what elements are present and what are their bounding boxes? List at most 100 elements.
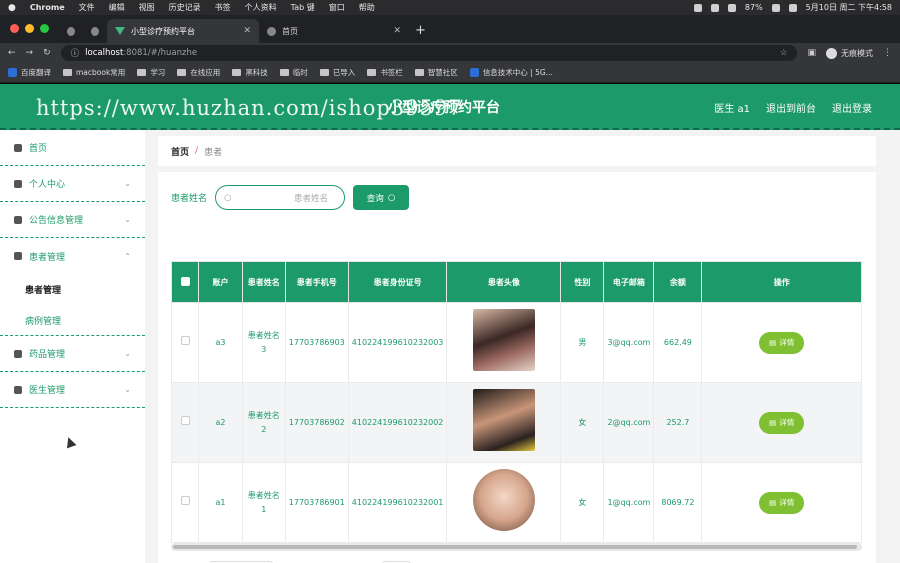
battery-icon[interactable] [788,3,797,12]
scrollbar-thumb[interactable] [173,545,857,549]
bookmark-item[interactable]: 黑科技 [232,67,268,78]
window-zoom-button[interactable] [40,24,49,33]
sidebar-subitem-record[interactable]: 病例管理 [0,305,145,336]
row-checkbox[interactable] [180,335,190,345]
sidebar-item-patient[interactable]: 患者管理 ⌃ [0,238,145,274]
row-checkbox[interactable] [180,495,190,505]
detail-icon: ▤ [769,417,777,427]
patient-table: 账户 患者姓名 患者手机号 患者身份证号 患者头像 性别 电子邮箱 余额 操作 … [170,261,862,543]
close-icon[interactable]: ✕ [393,26,401,36]
incognito-label: 无痕模式 [841,48,873,58]
detail-button[interactable]: ▤ 详情 [759,491,805,514]
cell-email: 1@qq.com [603,462,655,543]
breadcrumb-home[interactable]: 首页 [171,145,189,158]
page-icon [91,26,99,36]
detail-button[interactable]: ▤ 详情 [759,411,805,434]
address-toolbar: ← → ↻ ⓘ localhost:8081/#/huanzhe ☆ ▣ 无痕模… [0,43,900,63]
menu-bookmarks[interactable]: 书签 [215,2,231,13]
site-icon [469,68,479,77]
tab-inactive[interactable]: 首页 ✕ [259,19,409,43]
breadcrumb-separator: / [195,146,199,156]
menu-history[interactable]: 历史记录 [169,2,201,13]
logout-link[interactable]: 退出登录 [832,100,872,115]
row-checkbox[interactable] [180,415,190,425]
window-minimize-button[interactable] [25,24,34,33]
menu-profile[interactable]: 个人资料 [245,2,277,13]
forward-icon[interactable]: → [26,48,34,58]
memory-status[interactable]: 87% [745,3,763,12]
sidebar-subitem-patient[interactable]: 患者管理 [0,274,145,305]
url-path: :8081/#/huanzhe [123,48,198,58]
cell-name: 患者姓名1 [241,462,286,543]
more-icon[interactable]: ⋮ [883,48,892,58]
pinned-tab[interactable] [59,19,83,43]
pinned-tab[interactable] [83,19,107,43]
wifi-icon[interactable] [771,3,780,12]
bookmark-item[interactable]: 临时 [279,67,308,78]
row-select-cell[interactable] [170,382,200,463]
apple-icon[interactable]: ● [8,3,16,13]
menu-edit[interactable]: 编辑 [109,2,125,13]
row-select-cell[interactable] [170,302,200,383]
search-button[interactable]: 查询 ○ [353,185,410,210]
tab-title: 小型诊疗预约平台 [131,26,195,36]
cell-account: a1 [198,462,243,543]
menu-file[interactable]: 文件 [79,2,95,13]
close-icon[interactable]: ✕ [243,26,251,36]
tab-title: 首页 [282,26,298,36]
cell-actions: ▤ 详情 [701,382,862,463]
cell-gender: 女 [560,382,605,463]
table-header-row: 账户 患者姓名 患者手机号 患者身份证号 患者头像 性别 电子邮箱 余额 操作 [170,261,862,303]
sidebar-item-doctor[interactable]: 医生管理 ⌄ [0,372,145,408]
site-info-icon[interactable]: ⓘ [71,47,80,59]
bookmark-star-icon[interactable]: ☆ [780,48,788,58]
bookmark-item[interactable]: macbook常用 [63,67,125,78]
detail-button-label: 详情 [779,337,795,347]
new-tab-button[interactable]: + [409,23,432,43]
bookmark-label: 学习 [150,68,166,77]
status-icon[interactable] [693,3,702,12]
sidebar-item-notice[interactable]: 公告信息管理 ⌄ [0,202,145,238]
cell-balance: 252.7 [653,382,703,463]
exit-to-front-link[interactable]: 退出到前台 [766,100,816,115]
select-all-checkbox[interactable] [180,276,190,286]
menu-tab[interactable]: Tab 键 [291,2,315,13]
bookmark-item[interactable]: 在线应用 [177,67,220,78]
bookmark-item[interactable]: 信息技术中心 | 5G... [469,67,553,78]
tab-active[interactable]: 小型诊疗预约平台 ✕ [107,19,259,43]
status-icon[interactable] [727,3,736,12]
menu-window[interactable]: 窗口 [329,2,345,13]
column-header: 账户 [198,261,243,303]
menu-view[interactable]: 视图 [139,2,155,13]
bookmark-item[interactable]: 学习 [137,67,165,78]
bookmark-item[interactable]: 已导入 [319,67,356,78]
menu-help[interactable]: 帮助 [359,2,375,13]
table-horizontal-scrollbar[interactable] [171,543,862,551]
sidebar-toggle-icon[interactable]: ▣ [807,48,816,58]
bookmark-label: 已导入 [332,68,356,77]
main-panel: 患者姓名 ○ 患者姓名 查询 ○ 账户 患者姓名 患者手机号 患者身份证号 患者… [158,172,876,563]
sidebar-item-personal[interactable]: 个人中心 ⌄ [0,166,145,202]
search-form: 患者姓名 ○ 患者姓名 查询 ○ [171,185,410,210]
sidebar-item-home[interactable]: 首页 [0,130,145,166]
cell-gender: 女 [560,462,605,543]
menubar-app-name[interactable]: Chrome [30,3,65,12]
menubar-datetime[interactable]: 5月10日 周二 下午4:58 [806,2,892,13]
status-icon[interactable] [710,3,719,12]
row-select-cell[interactable] [170,462,200,543]
bookmark-item[interactable]: 书签栏 [367,67,403,78]
app-title: 小型诊疗预约平台 [388,100,500,116]
url-bar[interactable]: ⓘ localhost:8081/#/huanzhe ☆ [60,45,798,61]
reload-icon[interactable]: ↻ [43,48,51,58]
incognito-profile[interactable]: 无痕模式 [826,47,873,59]
detail-button[interactable]: ▤ 详情 [759,331,805,354]
sidebar-item-drug[interactable]: 药品管理 ⌄ [0,336,145,372]
bookmark-label: 百度翻译 [21,68,51,77]
back-icon[interactable]: ← [8,48,16,58]
window-close-button[interactable] [10,24,19,33]
bookmark-item[interactable]: 百度翻译 [8,67,51,78]
bookmark-item[interactable]: 智慧社区 [414,67,458,78]
select-all-cell[interactable] [170,261,200,303]
search-input[interactable]: ○ 患者姓名 [215,185,346,210]
column-header: 性别 [560,261,605,303]
